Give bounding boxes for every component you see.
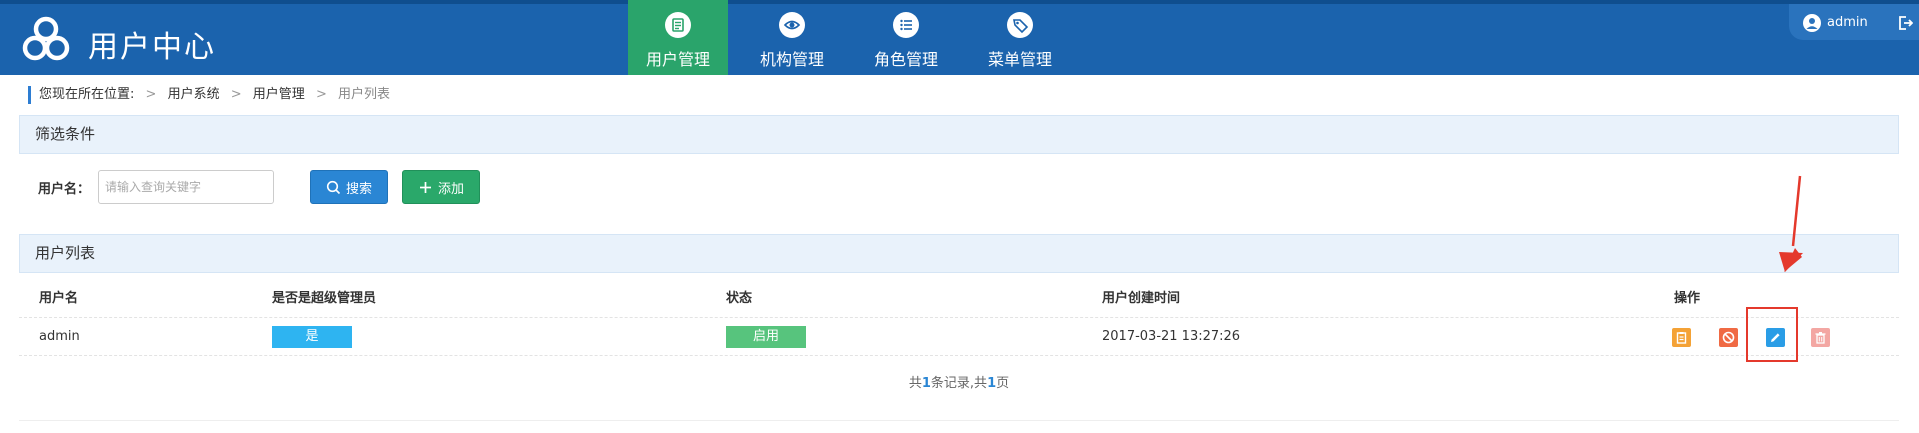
column-header-status: 状态: [726, 291, 753, 306]
main-nav: 用户管理 机构管理 角色管理 菜单管理: [628, 0, 1084, 75]
nav-label: 用户管理: [645, 50, 710, 69]
detail-icon: [1676, 332, 1687, 344]
disable-icon: [1722, 331, 1735, 344]
column-header-created-at: 用户创建时间: [1102, 291, 1181, 306]
user-icon: [1803, 14, 1821, 32]
status-badge: 启用: [726, 325, 806, 348]
add-button[interactable]: 添加: [402, 170, 480, 204]
pagination-summary: 共1条记录,共1页: [19, 372, 1899, 391]
nav-label: 菜单管理: [987, 50, 1052, 69]
nav-item-org-management[interactable]: 机构管理: [742, 0, 842, 75]
tag-icon: [1007, 12, 1033, 38]
detail-button[interactable]: [1672, 328, 1691, 347]
search-button[interactable]: 搜索: [310, 170, 388, 204]
username-filter-label: 用户名：: [38, 182, 91, 197]
disable-button[interactable]: [1719, 328, 1738, 347]
username-label: admin: [1827, 15, 1868, 30]
breadcrumb-separator: >: [145, 87, 157, 102]
nav-item-role-management[interactable]: 角色管理: [856, 0, 956, 75]
filter-panel-title: 筛选条件: [19, 115, 1899, 154]
cell-username: admin: [39, 329, 80, 344]
logout-icon[interactable]: [1897, 15, 1913, 31]
app-title: 用户中心: [88, 30, 216, 65]
add-button-label: 添加: [437, 181, 464, 197]
cloud-logo-icon: [22, 16, 70, 61]
eye-icon: [779, 12, 805, 38]
delete-button[interactable]: [1811, 328, 1830, 347]
pager-text: 页: [996, 376, 1010, 391]
cell-created-at: 2017-03-21 13:27:26: [1102, 329, 1241, 344]
search-icon: [326, 180, 341, 194]
table-row: admin 是 启用 2017-03-21 13:27:26: [19, 307, 1899, 362]
nav-label: 角色管理: [873, 50, 938, 69]
table-header: 用户名 是否是超级管理员 状态 用户创建时间 操作: [19, 280, 1899, 318]
panel-bottom-divider: [19, 420, 1899, 421]
total-records: 1: [921, 376, 931, 391]
nav-item-menu-management[interactable]: 菜单管理: [970, 0, 1070, 75]
breadcrumb: 您现在所在位置: > 用户系统 > 用户管理 > 用户列表: [28, 86, 390, 104]
nav-label: 机构管理: [759, 50, 824, 69]
cell-super-admin: 是: [272, 318, 352, 356]
column-header-username: 用户名: [39, 291, 79, 306]
total-pages: 1: [987, 376, 997, 391]
column-header-actions: 操作: [1674, 291, 1701, 306]
user-area[interactable]: admin: [1789, 4, 1919, 40]
edit-highlight-box: [1746, 307, 1798, 362]
delete-icon: [1815, 332, 1826, 344]
breadcrumb-item[interactable]: 用户系统: [168, 87, 220, 102]
user-table: 用户名 是否是超级管理员 状态 用户创建时间 操作 admin 是 启用 201…: [19, 280, 1899, 362]
user-list-panel-title: 用户列表: [19, 234, 1899, 273]
column-header-super-admin: 是否是超级管理员: [272, 291, 377, 306]
pager-text: 条记录,共: [930, 376, 988, 391]
plus-icon: [419, 181, 431, 193]
breadcrumb-current: 用户列表: [337, 87, 390, 102]
pager-text: 共: [908, 376, 922, 391]
nav-item-user-management[interactable]: 用户管理: [628, 0, 728, 75]
breadcrumb-item[interactable]: 用户管理: [253, 87, 305, 102]
username-search-input[interactable]: [98, 170, 274, 204]
super-admin-badge: 是: [272, 325, 352, 348]
breadcrumb-separator: >: [230, 87, 242, 102]
top-header: 用户中心 用户管理 机构管理 角色管理 菜单管理 admin: [0, 0, 1919, 75]
list-icon: [893, 12, 919, 38]
filter-row: 用户名： 搜索 添加: [38, 170, 638, 206]
search-button-label: 搜索: [345, 181, 372, 197]
cell-status: 启用: [726, 318, 806, 356]
breadcrumb-prefix: 您现在所在位置:: [39, 87, 135, 102]
breadcrumb-separator: >: [315, 87, 327, 102]
document-icon: [665, 12, 691, 38]
